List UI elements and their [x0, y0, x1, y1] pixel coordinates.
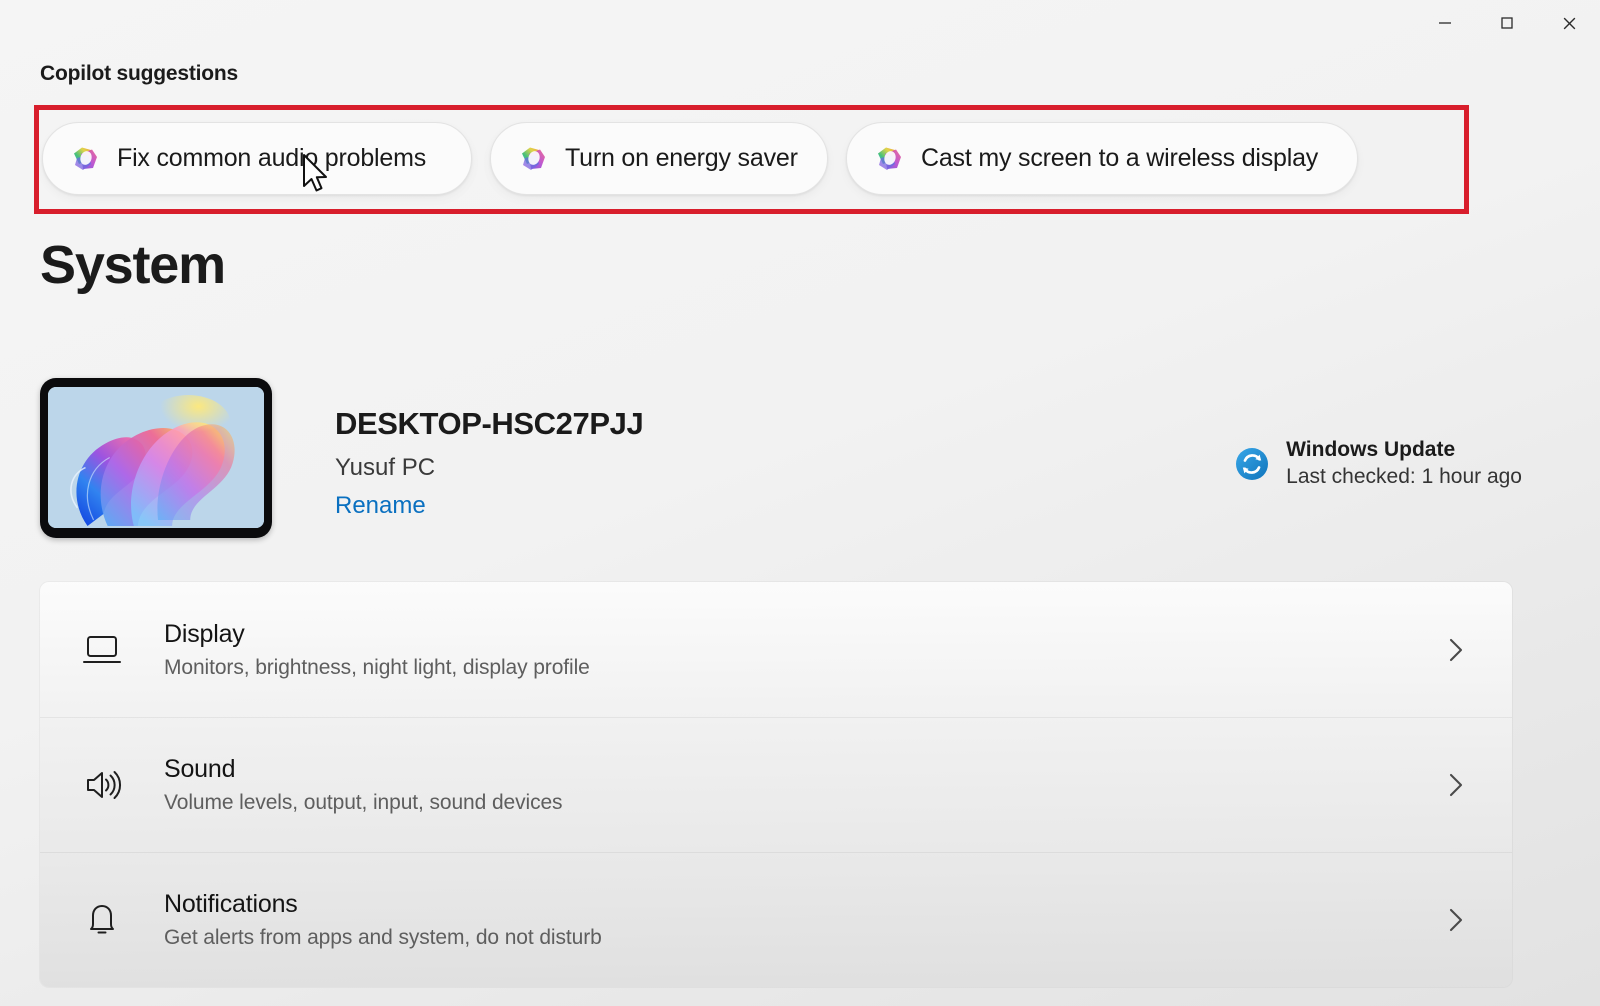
settings-list: Display Monitors, brightness, night ligh… [40, 582, 1512, 987]
settings-row-text: Notifications Get alerts from apps and s… [164, 890, 1436, 950]
copilot-icon [69, 143, 101, 175]
device-thumbnail [40, 378, 272, 538]
page-title: System [40, 234, 225, 296]
windows-update-title: Windows Update [1286, 438, 1522, 462]
copilot-suggestion-cast-screen[interactable]: Cast my screen to a wireless display [846, 122, 1358, 195]
display-monitor-icon [40, 633, 164, 667]
notifications-bell-icon [40, 902, 164, 938]
close-icon [1562, 16, 1577, 31]
device-wallpaper [48, 387, 264, 528]
device-name: DESKTOP-HSC27PJJ [335, 406, 643, 442]
settings-row-title: Notifications [164, 890, 1436, 919]
copilot-suggestions-heading: Copilot suggestions [40, 62, 238, 86]
settings-row-subtitle: Monitors, brightness, night light, displ… [164, 656, 1436, 680]
copilot-icon [517, 143, 549, 175]
chevron-right-icon [1436, 772, 1476, 798]
settings-row-subtitle: Volume levels, output, input, sound devi… [164, 791, 1436, 815]
settings-row-text: Sound Volume levels, output, input, soun… [164, 755, 1436, 815]
windows-update-last-checked: Last checked: 1 hour ago [1286, 465, 1522, 489]
copilot-suggestion-energy-saver[interactable]: Turn on energy saver [490, 122, 828, 195]
settings-row-notifications[interactable]: Notifications Get alerts from apps and s… [40, 852, 1512, 987]
chevron-right-icon [1436, 907, 1476, 933]
settings-row-display[interactable]: Display Monitors, brightness, night ligh… [40, 582, 1512, 717]
close-button[interactable] [1538, 0, 1600, 46]
device-summary: DESKTOP-HSC27PJJ Yusuf PC Rename [40, 378, 643, 538]
minimize-icon [1438, 16, 1452, 30]
window-controls [1414, 0, 1600, 46]
device-details: DESKTOP-HSC27PJJ Yusuf PC Rename [335, 378, 643, 520]
maximize-icon [1500, 16, 1514, 30]
sound-speaker-icon [40, 768, 164, 802]
settings-row-title: Sound [164, 755, 1436, 784]
windows-update-status[interactable]: Windows Update Last checked: 1 hour ago [1232, 438, 1522, 489]
copilot-icon [873, 143, 905, 175]
settings-row-text: Display Monitors, brightness, night ligh… [164, 620, 1436, 680]
minimize-button[interactable] [1414, 0, 1476, 46]
device-subtitle: Yusuf PC [335, 454, 643, 482]
rename-link[interactable]: Rename [335, 492, 426, 520]
update-refresh-icon [1232, 444, 1272, 484]
maximize-button[interactable] [1476, 0, 1538, 46]
chevron-right-icon [1436, 637, 1476, 663]
copilot-suggestion-label: Fix common audio problems [117, 144, 426, 173]
windows-update-text: Windows Update Last checked: 1 hour ago [1286, 438, 1522, 489]
settings-row-subtitle: Get alerts from apps and system, do not … [164, 926, 1436, 950]
copilot-suggestion-label: Turn on energy saver [565, 144, 798, 173]
settings-row-title: Display [164, 620, 1436, 649]
settings-window: Copilot suggestions [0, 0, 1600, 1006]
title-bar [0, 0, 1600, 48]
copilot-suggestion-fix-audio[interactable]: Fix common audio problems [42, 122, 472, 195]
copilot-suggestions-list: Fix common audio problems Turn on energy… [42, 122, 1358, 195]
settings-row-sound[interactable]: Sound Volume levels, output, input, soun… [40, 717, 1512, 852]
copilot-suggestion-label: Cast my screen to a wireless display [921, 144, 1318, 173]
